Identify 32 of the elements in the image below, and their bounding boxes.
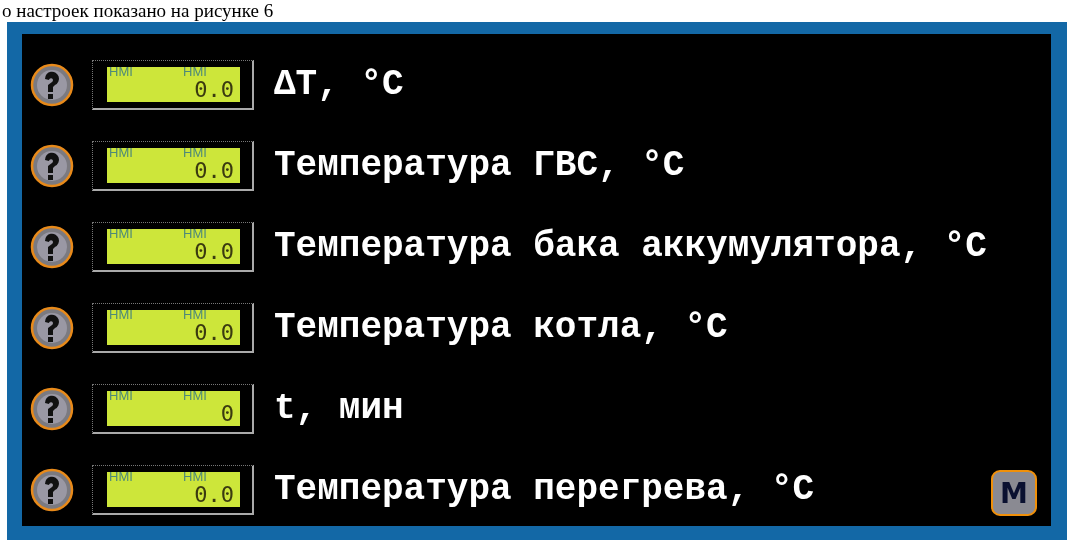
hint-label: HMI bbox=[109, 226, 133, 240]
display-value: 0 bbox=[220, 402, 234, 425]
menu-button[interactable]: M bbox=[991, 470, 1037, 516]
hint-label: HMI bbox=[183, 226, 207, 240]
hint-label: HMI bbox=[183, 64, 207, 78]
hint-label: HMI bbox=[109, 64, 133, 78]
row-label: Температура перегрева, °C bbox=[274, 469, 815, 510]
help-icon[interactable] bbox=[30, 467, 74, 512]
hint-label: HMI bbox=[109, 469, 133, 483]
row-label: Температура котла, °C bbox=[274, 307, 728, 348]
row-label: ΔT, °C bbox=[274, 64, 404, 105]
display-value: 0.0 bbox=[194, 483, 234, 506]
display-value: 0.0 bbox=[194, 321, 234, 344]
hint-label: HMI bbox=[109, 388, 133, 402]
help-icon[interactable] bbox=[30, 62, 74, 107]
help-icon[interactable] bbox=[30, 143, 74, 188]
row-label: Температура бака аккумулятора, °C bbox=[274, 226, 987, 267]
hint-label: HMI bbox=[183, 145, 207, 159]
display-value: 0.0 bbox=[194, 159, 234, 182]
hint-label: HMI bbox=[183, 307, 207, 321]
hint-label: HMI bbox=[183, 388, 207, 402]
row-label: Температура ГВС, °C bbox=[274, 145, 685, 186]
help-icon[interactable] bbox=[30, 386, 74, 431]
help-icon[interactable] bbox=[30, 224, 74, 269]
row-label: t, мин bbox=[274, 388, 404, 429]
document-caption: о настроек показано на рисунке 6 bbox=[1, 0, 274, 22]
hint-label: HMI bbox=[183, 469, 207, 483]
display-value: 0.0 bbox=[194, 240, 234, 263]
hint-label: HMI bbox=[109, 145, 133, 159]
help-icon[interactable] bbox=[30, 305, 74, 350]
hint-label: HMI bbox=[109, 307, 133, 321]
display-value: 0.0 bbox=[194, 78, 234, 101]
